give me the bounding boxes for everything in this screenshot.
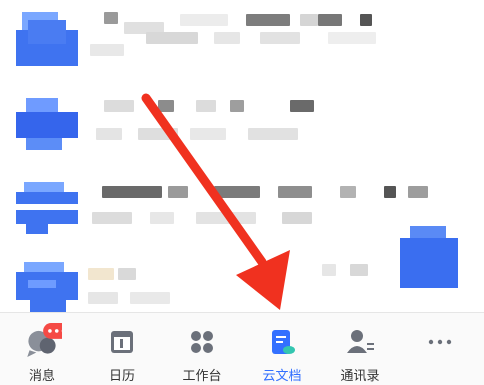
tab-cloud-docs[interactable]: 云文档 xyxy=(247,323,317,384)
list-item[interactable] xyxy=(0,2,484,82)
blurred-floating-block xyxy=(400,226,458,288)
tab-messages[interactable]: 消息 xyxy=(7,323,77,384)
tab-label: 消息 xyxy=(28,369,55,384)
blurred-title xyxy=(104,12,118,24)
cloud-doc-icon xyxy=(272,330,295,354)
avatar xyxy=(16,98,78,150)
grid-apps-icon xyxy=(191,331,213,353)
tab-calendar[interactable]: 日历 xyxy=(87,323,157,384)
contacts-icon xyxy=(347,330,374,353)
avatar xyxy=(16,182,78,234)
bottom-tab-bar: 消息 日历 工作台 云文档 通讯录 xyxy=(0,312,484,385)
avatar xyxy=(16,12,78,66)
tab-workbench[interactable]: 工作台 xyxy=(167,323,237,384)
blurred-preview xyxy=(90,44,124,56)
more-icon xyxy=(428,339,452,345)
tab-contacts[interactable]: 通讯录 xyxy=(325,323,395,384)
chat-bubbles-icon xyxy=(27,323,62,357)
tab-more[interactable] xyxy=(405,323,475,383)
calendar-icon xyxy=(111,331,133,353)
tab-label: 工作台 xyxy=(182,369,222,384)
list-item[interactable] xyxy=(0,88,484,168)
tab-label: 云文档 xyxy=(262,369,302,384)
tab-label: 日历 xyxy=(108,369,135,384)
avatar xyxy=(16,262,78,314)
tab-label: 通讯录 xyxy=(340,369,380,384)
